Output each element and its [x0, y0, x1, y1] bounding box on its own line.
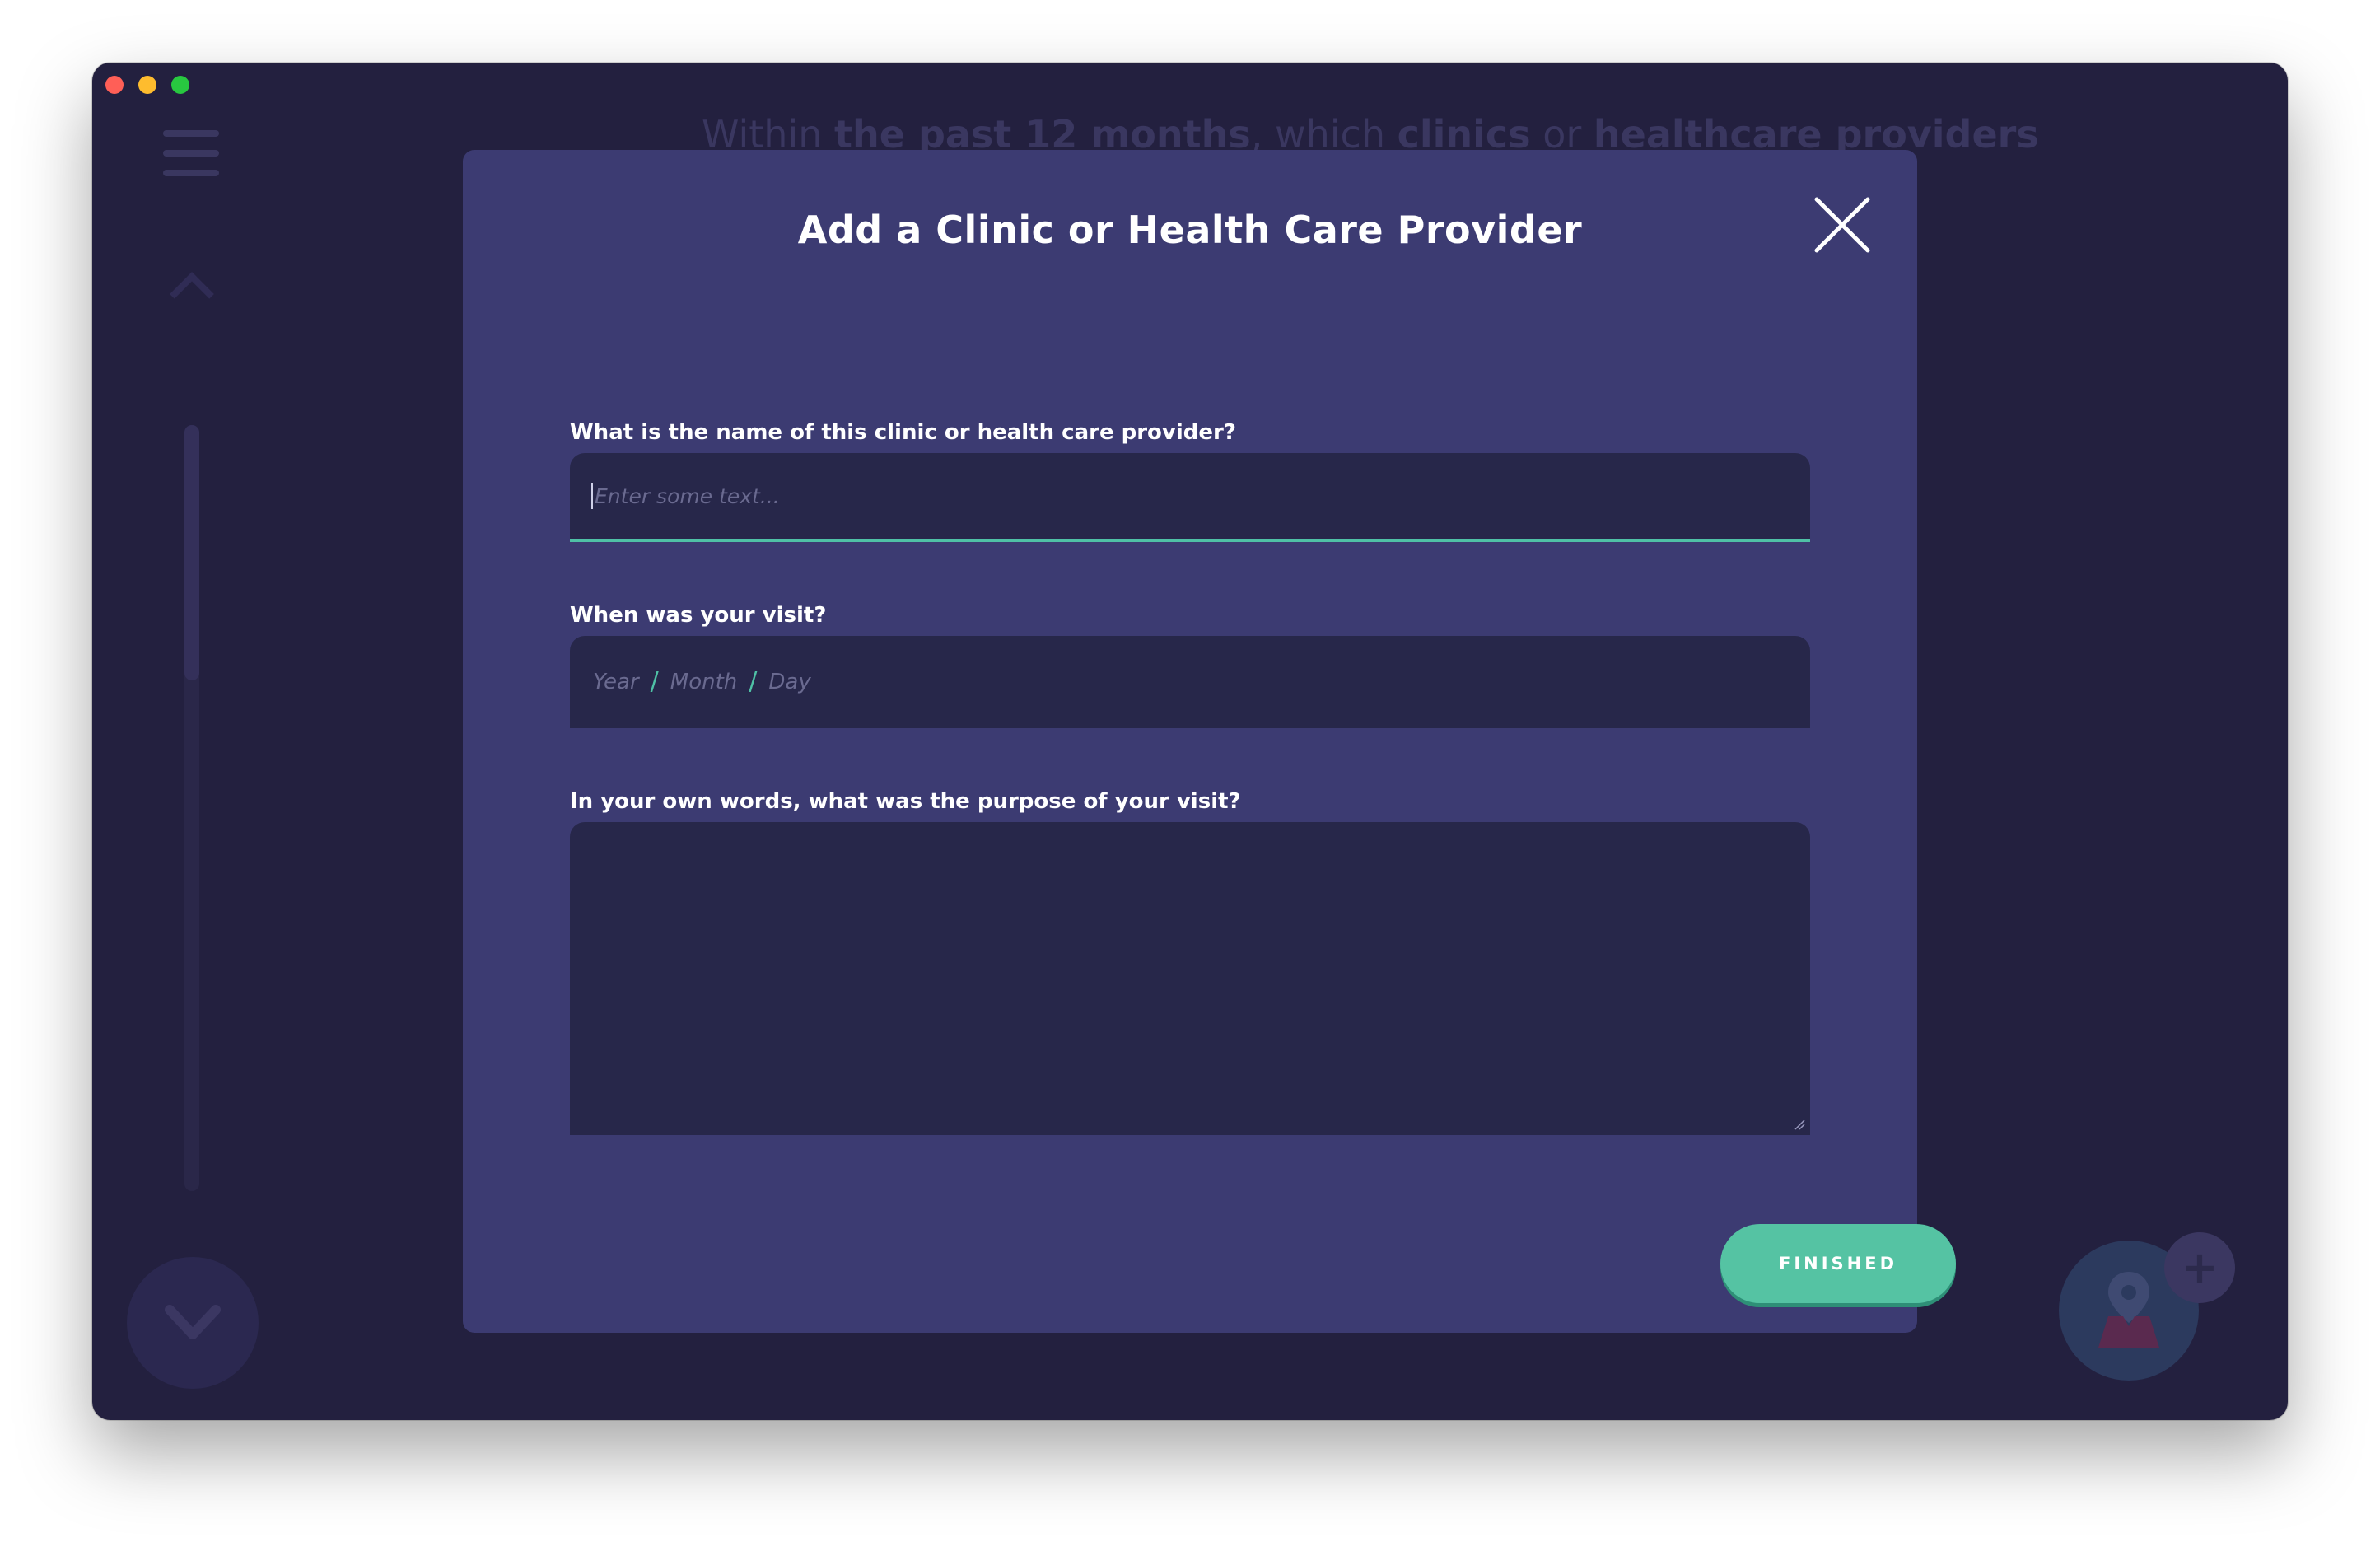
- date-month-field[interactable]: Month: [670, 670, 738, 694]
- app-window: Within the past 12 months, which clinics…: [92, 63, 2288, 1420]
- date-separator: /: [650, 667, 659, 696]
- modal-title: Add a Clinic or Health Care Provider: [797, 208, 1583, 252]
- window-close-button[interactable]: [105, 76, 124, 94]
- visit-date-label: When was your visit?: [570, 603, 827, 628]
- window-controls: [105, 76, 189, 94]
- plus-icon[interactable]: +: [2164, 1232, 2235, 1303]
- window-zoom-button[interactable]: [171, 76, 189, 94]
- date-separator: /: [749, 667, 758, 696]
- visit-purpose-label: In your own words, what was the purpose …: [570, 789, 1241, 814]
- close-button[interactable]: [1813, 196, 1871, 254]
- provider-name-label: What is the name of this clinic or healt…: [570, 420, 1236, 445]
- finished-button[interactable]: FINISHED: [1720, 1224, 1956, 1303]
- visit-date-input[interactable]: Year / Month / Day: [570, 636, 1810, 728]
- add-provider-modal: Add a Clinic or Health Care Provider Wha…: [463, 150, 1956, 1333]
- map-pin-icon: [2098, 1272, 2159, 1348]
- date-segments: Year / Month / Day: [593, 667, 811, 696]
- provider-name-input[interactable]: Enter some text...: [570, 453, 1810, 542]
- resize-grip-icon[interactable]: [1794, 1119, 1805, 1130]
- chevron-down-icon: [165, 1305, 221, 1339]
- date-year-field[interactable]: Year: [593, 670, 639, 694]
- text-caret: [591, 483, 593, 509]
- next-button[interactable]: [127, 1257, 259, 1389]
- provider-name-placeholder: Enter some text...: [595, 484, 780, 508]
- visit-purpose-textarea[interactable]: [570, 822, 1810, 1135]
- date-day-field[interactable]: Day: [768, 670, 810, 694]
- close-icon: [1814, 197, 1870, 253]
- menu-icon[interactable]: [163, 130, 219, 189]
- progress-thumb: [184, 425, 199, 680]
- window-minimize-button[interactable]: [138, 76, 156, 94]
- chevron-up-icon[interactable]: [170, 272, 214, 316]
